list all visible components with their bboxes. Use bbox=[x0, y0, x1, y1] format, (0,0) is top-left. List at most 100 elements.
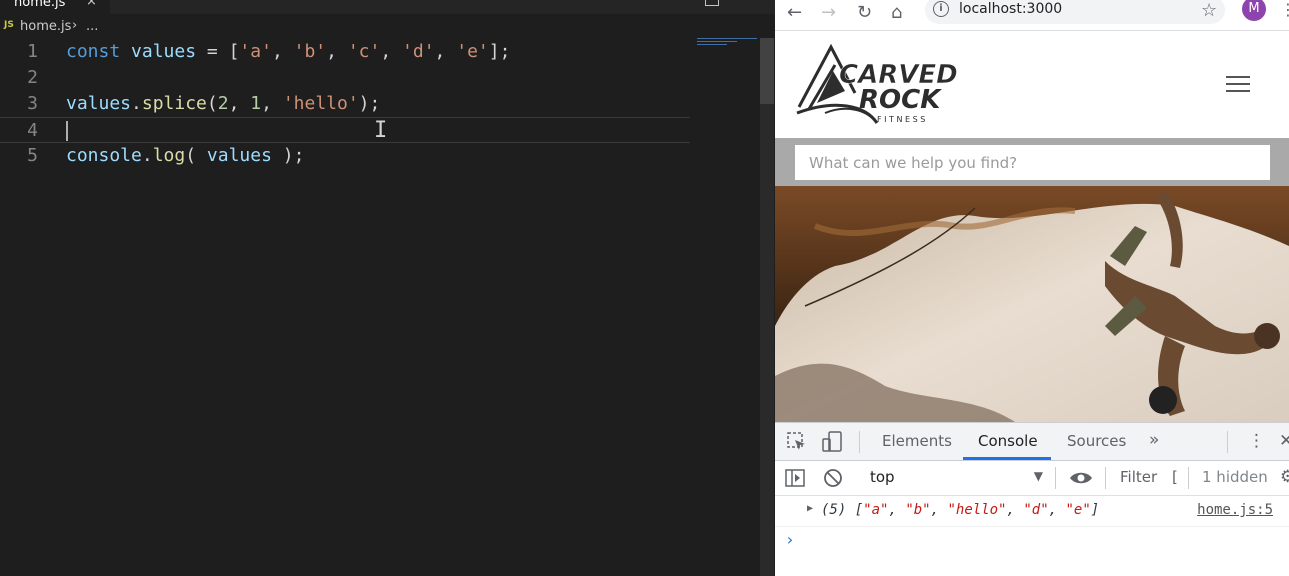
code-line[interactable]: 1 const values = ['a', 'b', 'c', 'd', 'e'… bbox=[0, 39, 690, 65]
close-icon[interactable]: × bbox=[86, 0, 97, 9]
text-caret bbox=[66, 121, 68, 141]
devtools-tab-bar: Elements Console Sources » ⋮ ✕ bbox=[775, 423, 1289, 461]
split-editor-icon[interactable] bbox=[705, 0, 719, 6]
clear-console-icon[interactable] bbox=[823, 468, 843, 488]
code-line[interactable]: 3 values.splice(2, 1, 'hello'); bbox=[0, 91, 690, 117]
logo-line-2: ROCK bbox=[859, 85, 942, 115]
code-token: , bbox=[261, 93, 283, 114]
show-sidebar-icon[interactable] bbox=[785, 469, 805, 487]
line-number: 1 bbox=[27, 41, 38, 62]
editor-scrollbar-thumb[interactable] bbox=[760, 38, 774, 104]
dropdown-arrow-icon: ▼ bbox=[1033, 469, 1043, 483]
toolbar-divider bbox=[1055, 467, 1056, 489]
site-header: CARVED ROCK F I T N E S S bbox=[775, 31, 1289, 138]
chevron-right-icon: › bbox=[72, 18, 78, 33]
hamburger-menu-icon[interactable] bbox=[1226, 76, 1250, 94]
console-settings-icon[interactable]: ⚙ bbox=[1280, 467, 1289, 487]
code-token: 1 bbox=[250, 93, 262, 114]
code-token: ( bbox=[185, 145, 207, 166]
hidden-messages-count[interactable]: 1 hidden bbox=[1202, 468, 1268, 486]
code-token: , bbox=[434, 41, 457, 62]
minimap[interactable] bbox=[697, 38, 759, 52]
tab-elements[interactable]: Elements bbox=[882, 432, 952, 450]
code-token: values bbox=[66, 93, 132, 114]
filter-bracket-icon: [ bbox=[1172, 468, 1178, 486]
code-token: 2 bbox=[217, 93, 229, 114]
code-text: console.log( values ); bbox=[66, 145, 304, 166]
tab-label: home.js bbox=[14, 0, 66, 10]
console-prompt-icon[interactable]: › bbox=[785, 530, 795, 549]
array-length-prefix: (5) [ bbox=[821, 502, 864, 518]
line-number: 4 bbox=[27, 120, 38, 141]
code-line[interactable]: 2 bbox=[0, 65, 690, 91]
back-icon[interactable]: ← bbox=[787, 2, 802, 23]
code-token: 'c' bbox=[347, 41, 381, 62]
site-info-icon[interactable]: i bbox=[933, 1, 949, 17]
expand-triangle-icon[interactable]: ▶ bbox=[807, 503, 813, 514]
profile-avatar[interactable]: M bbox=[1242, 0, 1266, 21]
code-token: log bbox=[152, 145, 186, 166]
code-token: values bbox=[131, 41, 197, 62]
source-link[interactable]: home.js:5 bbox=[1197, 502, 1273, 518]
close-devtools-icon[interactable]: ✕ bbox=[1279, 431, 1289, 451]
code-token: , bbox=[326, 41, 348, 62]
live-expression-eye-icon[interactable] bbox=[1069, 470, 1093, 486]
code-token: , bbox=[380, 41, 403, 62]
code-token: . bbox=[141, 145, 153, 166]
code-token: const bbox=[66, 41, 121, 62]
tab-console[interactable]: Console bbox=[978, 432, 1038, 450]
home-icon[interactable]: ⌂ bbox=[891, 2, 902, 23]
tab-sources[interactable]: Sources bbox=[1067, 432, 1126, 450]
devtools-panel: Elements Console Sources » ⋮ ✕ top ▼ Fil… bbox=[775, 422, 1289, 576]
device-toolbar-icon[interactable] bbox=[821, 431, 843, 453]
code-token: 'a' bbox=[239, 41, 272, 62]
code-token: ]; bbox=[488, 41, 511, 62]
browser-menu-icon[interactable]: ⋮ bbox=[1280, 0, 1289, 19]
code-token: ( bbox=[206, 93, 218, 114]
toolbar-divider bbox=[859, 431, 860, 453]
breadcrumb-file[interactable]: home.js bbox=[20, 19, 71, 34]
site-search-input[interactable] bbox=[795, 145, 1270, 180]
code-token: . bbox=[131, 93, 142, 114]
inspect-element-icon[interactable] bbox=[787, 432, 807, 452]
console-filter-input[interactable]: Filter bbox=[1120, 468, 1157, 486]
line-number: 5 bbox=[27, 145, 38, 166]
code-token: 'hello' bbox=[282, 93, 359, 114]
code-token: , bbox=[228, 93, 251, 114]
more-tabs-icon[interactable]: » bbox=[1149, 430, 1159, 450]
hero-image-climber bbox=[775, 186, 1289, 422]
code-line[interactable]: 5 console.log( values ); bbox=[0, 143, 690, 169]
reload-icon[interactable]: ↻ bbox=[857, 2, 872, 23]
browser-toolbar: ← → ↻ ⌂ i localhost:3000 ☆ M ⋮ bbox=[775, 0, 1289, 31]
code-editor[interactable]: home.js × JS home.js › ... 1 const values… bbox=[0, 0, 775, 576]
editor-tab-home-js[interactable]: home.js × bbox=[0, 0, 110, 14]
line-number: 2 bbox=[27, 67, 38, 88]
code-token: ); bbox=[271, 145, 305, 166]
code-text: const values = ['a', 'b', 'c', 'd', 'e']… bbox=[66, 41, 510, 62]
code-token: console bbox=[66, 145, 142, 166]
breadcrumb-symbol[interactable]: ... bbox=[86, 19, 98, 34]
browser-window: ← → ↻ ⌂ i localhost:3000 ☆ M ⋮ CARVED RO… bbox=[775, 0, 1289, 576]
console-toolbar: top ▼ Filter [ 1 hidden ⚙ bbox=[775, 461, 1289, 496]
editor-scrollbar-track[interactable] bbox=[760, 104, 774, 576]
code-line[interactable]: 4 bbox=[0, 117, 690, 143]
code-text: values.splice(2, 1, 'hello'); bbox=[66, 93, 380, 114]
carved-rock-logo[interactable]: CARVED ROCK F I T N E S S bbox=[795, 43, 975, 125]
console-log-entry[interactable]: ▶ (5) ["a", "b", "hello", "d", "e"] home… bbox=[775, 496, 1289, 527]
code-token: , bbox=[271, 41, 294, 62]
javascript-file-icon: JS bbox=[4, 20, 14, 30]
address-bar[interactable]: i localhost:3000 bbox=[925, 0, 1225, 24]
bookmark-star-icon[interactable]: ☆ bbox=[1201, 0, 1217, 21]
devtools-menu-icon[interactable]: ⋮ bbox=[1248, 431, 1265, 451]
toolbar-divider bbox=[1105, 467, 1106, 489]
line-number: 3 bbox=[27, 93, 38, 114]
array-item: "d" bbox=[1023, 502, 1049, 518]
context-selector[interactable]: top ▼ bbox=[861, 466, 1047, 490]
site-search-bar bbox=[775, 138, 1289, 186]
toolbar-divider bbox=[1227, 431, 1228, 453]
address-url: localhost:3000 bbox=[959, 1, 1063, 17]
forward-icon[interactable]: → bbox=[821, 2, 836, 23]
code-token: = [ bbox=[196, 41, 240, 62]
console-message: (5) ["a", "b", "hello", "d", "e"] bbox=[821, 502, 1100, 518]
